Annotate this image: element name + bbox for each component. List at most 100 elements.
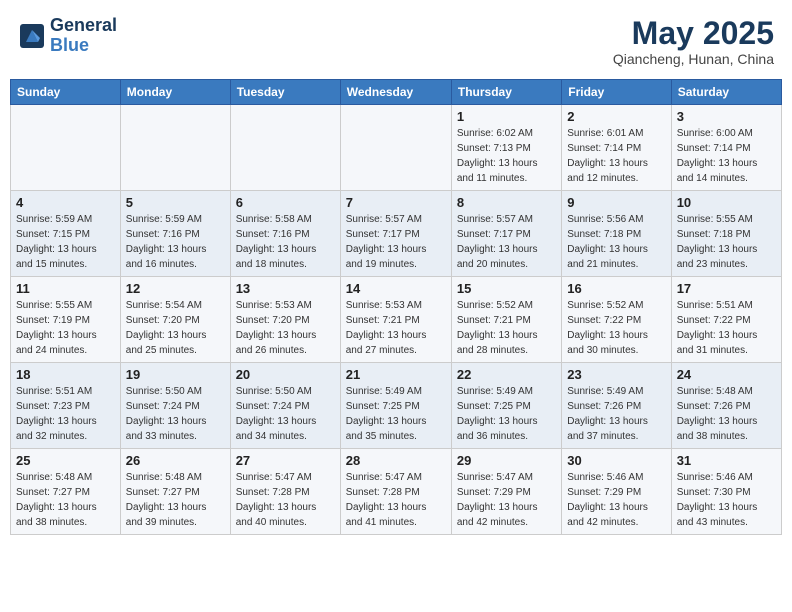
calendar-cell: 9Sunrise: 5:56 AMSunset: 7:18 PMDaylight… [562,191,671,277]
calendar-table: SundayMondayTuesdayWednesdayThursdayFrid… [10,79,782,535]
day-number: 4 [16,195,115,210]
day-number: 5 [126,195,225,210]
day-detail: Sunrise: 5:55 AMSunset: 7:19 PMDaylight:… [16,298,115,358]
day-detail: Sunrise: 5:48 AMSunset: 7:26 PMDaylight:… [677,384,776,444]
calendar-cell [120,105,230,191]
logo-line2: Blue [50,36,117,56]
weekday-header-wednesday: Wednesday [340,80,451,105]
day-number: 28 [346,453,446,468]
calendar-cell: 1 Sunrise: 6:02 AMSunset: 7:13 PMDaylight… [451,105,561,191]
day-detail: Sunrise: 5:59 AMSunset: 7:16 PMDaylight:… [126,212,225,272]
day-detail: Sunrise: 5:57 AMSunset: 7:17 PMDaylight:… [457,212,556,272]
calendar-cell: 5 Sunrise: 5:59 AMSunset: 7:16 PMDaylight… [120,191,230,277]
day-number: 12 [126,281,225,296]
day-detail: Sunrise: 5:55 AMSunset: 7:18 PMDaylight:… [677,212,776,272]
day-detail: Sunrise: 5:46 AMSunset: 7:29 PMDaylight:… [567,470,665,530]
calendar-cell [340,105,451,191]
day-number: 17 [677,281,776,296]
calendar-cell: 13 Sunrise: 5:53 AMSunset: 7:20 PMDayligh… [230,277,340,363]
calendar-cell: 6 Sunrise: 5:58 AMSunset: 7:16 PMDaylight… [230,191,340,277]
day-number: 1 [457,109,556,124]
day-number: 31 [677,453,776,468]
day-detail: Sunrise: 5:58 AMSunset: 7:16 PMDaylight:… [236,212,335,272]
day-number: 2 [567,109,665,124]
day-detail: Sunrise: 5:56 AMSunset: 7:18 PMDaylight:… [567,212,665,272]
calendar-cell: 21Sunrise: 5:49 AMSunset: 7:25 PMDayligh… [340,363,451,449]
calendar-cell: 29 Sunrise: 5:47 AMSunset: 7:29 PMDayligh… [451,449,561,535]
day-number: 10 [677,195,776,210]
calendar-cell: 16 Sunrise: 5:52 AMSunset: 7:22 PMDayligh… [562,277,671,363]
day-detail: Sunrise: 6:00 AMSunset: 7:14 PMDaylight:… [677,126,776,186]
day-detail: Sunrise: 5:50 AMSunset: 7:24 PMDaylight:… [236,384,335,444]
day-detail: Sunrise: 5:49 AMSunset: 7:25 PMDaylight:… [457,384,556,444]
day-detail: Sunrise: 6:01 AMSunset: 7:14 PMDaylight:… [567,126,665,186]
calendar-cell: 14Sunrise: 5:53 AMSunset: 7:21 PMDayligh… [340,277,451,363]
day-detail: Sunrise: 5:48 AMSunset: 7:27 PMDaylight:… [16,470,115,530]
day-detail: Sunrise: 5:51 AMSunset: 7:22 PMDaylight:… [677,298,776,358]
weekday-header-monday: Monday [120,80,230,105]
logo-text: General Blue [50,16,117,56]
calendar-week-1: 1 Sunrise: 6:02 AMSunset: 7:13 PMDaylight… [11,105,782,191]
weekday-header-saturday: Saturday [671,80,781,105]
day-number: 20 [236,367,335,382]
calendar-cell: 17 Sunrise: 5:51 AMSunset: 7:22 PMDayligh… [671,277,781,363]
day-number: 18 [16,367,115,382]
calendar-week-5: 25 Sunrise: 5:48 AMSunset: 7:27 PMDayligh… [11,449,782,535]
logo-line1: General [50,16,117,36]
weekday-header-row: SundayMondayTuesdayWednesdayThursdayFrid… [11,80,782,105]
day-detail: Sunrise: 5:52 AMSunset: 7:21 PMDaylight:… [457,298,556,358]
day-number: 16 [567,281,665,296]
calendar-cell: 24 Sunrise: 5:48 AMSunset: 7:26 PMDayligh… [671,363,781,449]
month-title: May 2025 [613,16,774,51]
location: Qiancheng, Hunan, China [613,51,774,67]
day-detail: Sunrise: 5:49 AMSunset: 7:25 PMDaylight:… [346,384,446,444]
calendar-cell: 22 Sunrise: 5:49 AMSunset: 7:25 PMDayligh… [451,363,561,449]
calendar-cell: 18 Sunrise: 5:51 AMSunset: 7:23 PMDayligh… [11,363,121,449]
calendar-body: 1 Sunrise: 6:02 AMSunset: 7:13 PMDaylight… [11,105,782,535]
calendar-week-4: 18 Sunrise: 5:51 AMSunset: 7:23 PMDayligh… [11,363,782,449]
weekday-header-thursday: Thursday [451,80,561,105]
title-block: May 2025 Qiancheng, Hunan, China [613,16,774,67]
day-detail: Sunrise: 5:47 AMSunset: 7:29 PMDaylight:… [457,470,556,530]
calendar-cell: 19 Sunrise: 5:50 AMSunset: 7:24 PMDayligh… [120,363,230,449]
calendar-cell: 12Sunrise: 5:54 AMSunset: 7:20 PMDayligh… [120,277,230,363]
calendar-cell: 10 Sunrise: 5:55 AMSunset: 7:18 PMDayligh… [671,191,781,277]
day-detail: Sunrise: 5:48 AMSunset: 7:27 PMDaylight:… [126,470,225,530]
day-number: 23 [567,367,665,382]
calendar-cell: 20 Sunrise: 5:50 AMSunset: 7:24 PMDayligh… [230,363,340,449]
day-number: 19 [126,367,225,382]
calendar-cell: 3Sunrise: 6:00 AMSunset: 7:14 PMDaylight… [671,105,781,191]
day-detail: Sunrise: 5:51 AMSunset: 7:23 PMDaylight:… [16,384,115,444]
weekday-header-friday: Friday [562,80,671,105]
day-number: 14 [346,281,446,296]
day-number: 29 [457,453,556,468]
calendar-cell: 4Sunrise: 5:59 AMSunset: 7:15 PMDaylight… [11,191,121,277]
day-number: 30 [567,453,665,468]
day-detail: Sunrise: 5:49 AMSunset: 7:26 PMDaylight:… [567,384,665,444]
day-number: 6 [236,195,335,210]
page-header: General Blue May 2025 Qiancheng, Hunan, … [10,10,782,73]
day-number: 22 [457,367,556,382]
calendar-cell: 27Sunrise: 5:47 AMSunset: 7:28 PMDayligh… [230,449,340,535]
calendar-cell: 7Sunrise: 5:57 AMSunset: 7:17 PMDaylight… [340,191,451,277]
day-detail: Sunrise: 5:52 AMSunset: 7:22 PMDaylight:… [567,298,665,358]
calendar-week-2: 4Sunrise: 5:59 AMSunset: 7:15 PMDaylight… [11,191,782,277]
calendar-cell: 2 Sunrise: 6:01 AMSunset: 7:14 PMDaylight… [562,105,671,191]
day-number: 13 [236,281,335,296]
calendar-cell [230,105,340,191]
logo-icon [18,22,46,50]
calendar-cell [11,105,121,191]
day-detail: Sunrise: 5:47 AMSunset: 7:28 PMDaylight:… [346,470,446,530]
day-number: 24 [677,367,776,382]
day-detail: Sunrise: 5:53 AMSunset: 7:20 PMDaylight:… [236,298,335,358]
calendar-cell: 26Sunrise: 5:48 AMSunset: 7:27 PMDayligh… [120,449,230,535]
calendar-cell: 28 Sunrise: 5:47 AMSunset: 7:28 PMDayligh… [340,449,451,535]
day-detail: Sunrise: 5:46 AMSunset: 7:30 PMDaylight:… [677,470,776,530]
day-number: 25 [16,453,115,468]
calendar-cell: 30 Sunrise: 5:46 AMSunset: 7:29 PMDayligh… [562,449,671,535]
day-detail: Sunrise: 6:02 AMSunset: 7:13 PMDaylight:… [457,126,556,186]
day-detail: Sunrise: 5:50 AMSunset: 7:24 PMDaylight:… [126,384,225,444]
calendar-cell: 8Sunrise: 5:57 AMSunset: 7:17 PMDaylight… [451,191,561,277]
day-number: 7 [346,195,446,210]
day-number: 15 [457,281,556,296]
